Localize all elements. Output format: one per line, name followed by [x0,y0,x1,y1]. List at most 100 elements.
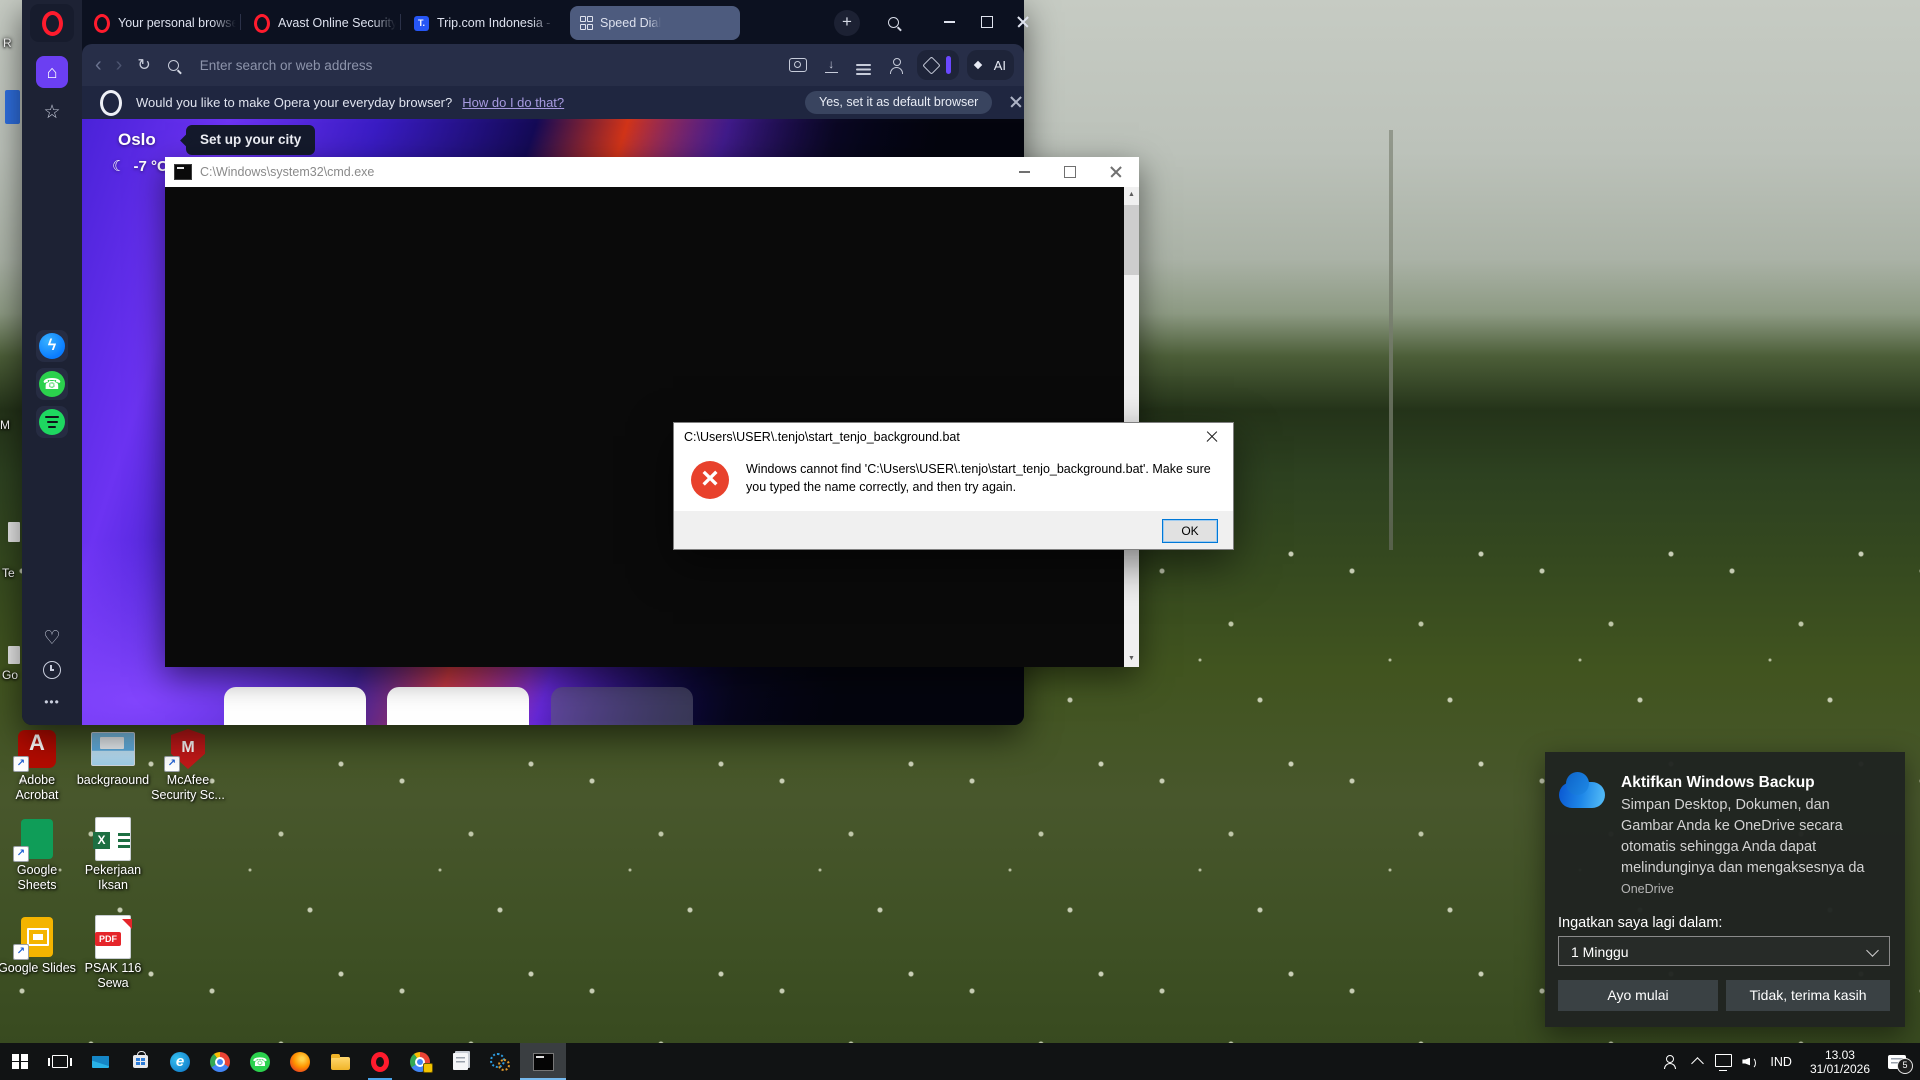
cmd-minimize-button[interactable] [1001,157,1047,187]
maximize-icon [981,16,993,28]
address-bar[interactable]: Enter search or web address [200,58,780,73]
taskbar-settings-gears[interactable] [480,1043,520,1080]
tab-title: Your personal browser is a [118,16,236,30]
sidebar-home-button[interactable]: ⌂ [36,56,68,88]
shortcut-arrow-icon: ↗ [164,756,180,772]
tray-volume-button[interactable] [1736,1043,1762,1080]
desktop-icon-google-sheets[interactable]: ↗ GoogleSheets [0,818,79,893]
chrome-icon [210,1052,230,1072]
browser-toolbar: ‹ › ↻ Enter search or web address ↓ AI [82,44,1024,86]
sidebar-favorites-button[interactable]: ♡ [36,622,68,654]
ellipsis-icon: ••• [44,695,60,709]
window-minimize-button[interactable] [934,8,964,36]
notes-icon [453,1053,468,1070]
icon-label: Acrobat [0,788,79,803]
set-default-browser-button[interactable]: Yes, set it as default browser [805,91,992,114]
taskbar-mail[interactable] [80,1043,120,1080]
cmd-icon [174,164,192,180]
tab-personal-browser[interactable]: Your personal browser is a [84,6,256,40]
icon-label: Google [0,863,79,878]
weather-setup-tooltip[interactable]: Set up your city [186,125,315,155]
speed-dial-tile-blurred[interactable] [551,687,693,725]
window-close-button[interactable] [1008,8,1038,36]
chevron-up-icon [1691,1057,1704,1070]
desktop-icon-adobe-acrobat[interactable]: A ↗ AdobeAcrobat [0,728,79,803]
start-backup-button[interactable]: Ayo mulai [1558,980,1718,1011]
tray-action-center-button[interactable]: 5 [1880,1043,1914,1080]
cmd-maximize-button[interactable] [1047,157,1093,187]
tab-divider [400,14,401,30]
maximize-icon [1064,166,1076,178]
window-maximize-button[interactable] [972,8,1002,36]
extensions-group[interactable] [917,50,959,80]
taskbar-edge[interactable]: e [160,1043,200,1080]
weather-city[interactable]: Oslo [118,130,156,150]
taskbar-sticky-notes[interactable] [440,1043,480,1080]
dialog-close-button[interactable] [1191,423,1233,451]
desktop-icon-psak-116-sewa[interactable]: PDF PSAK 116Sewa [71,916,155,991]
tray-language-indicator[interactable]: IND [1762,1055,1800,1069]
aria-ai-button[interactable]: AI [967,50,1014,80]
tray-clock[interactable]: 13.03 31/01/2026 [1800,1048,1880,1076]
ok-button[interactable]: OK [1162,519,1218,543]
taskbar-firefox[interactable] [280,1043,320,1080]
taskbar-opera-running[interactable] [360,1043,400,1080]
cmd-close-button[interactable] [1093,157,1139,187]
sidebar-spotify-button[interactable] [36,406,68,438]
sidebar-history-button[interactable] [36,654,68,686]
taskbar-chrome[interactable] [200,1043,240,1080]
taskbar-file-explorer[interactable] [320,1043,360,1080]
decline-backup-button[interactable]: Tidak, terima kasih [1726,980,1890,1011]
tab-search-button[interactable] [878,8,908,36]
tray-network-button[interactable] [1710,1043,1736,1080]
tab-speed-dial-active[interactable]: Speed Dial [570,6,740,40]
icon-label: Google Slides [0,961,79,976]
windows-error-dialog: C:\Users\USER\.tenjo\start_tenjo_backgro… [673,422,1234,550]
speed-dial-tile-agoda[interactable]: agoda [224,687,366,725]
tray-people-button[interactable] [1658,1043,1684,1080]
taskbar-cmd-active[interactable] [520,1043,566,1080]
forward-button[interactable]: › [109,55,130,75]
profile-button[interactable] [889,58,904,73]
task-view-button[interactable] [40,1043,80,1080]
sidebar-more-button[interactable]: ••• [36,686,68,718]
tray-show-hidden-icons[interactable] [1684,1043,1710,1080]
desktop-icon-fragment: Go [2,668,18,682]
dialog-title-bar[interactable]: C:\Users\USER\.tenjo\start_tenjo_backgro… [674,423,1233,451]
reading-list-button[interactable] [856,64,871,66]
scrollbar-thumb[interactable] [1124,205,1139,275]
new-tab-button[interactable]: + [834,10,860,36]
desktop-icon-pekerjaan-iksan[interactable]: X PekerjaanIksan [71,818,155,893]
sidebar-bookmarks-button[interactable]: ☆ [36,96,68,128]
taskbar-store[interactable] [120,1043,160,1080]
back-button[interactable]: ‹ [88,55,109,75]
minimize-icon [944,21,955,23]
scroll-up-arrow[interactable]: ▲ [1124,187,1139,203]
banner-help-link[interactable]: How do I do that? [462,95,564,110]
ai-sparkle-icon [973,61,981,69]
desktop-icon-backgraound[interactable]: backgraound [71,728,155,788]
onedrive-app-label: OneDrive [1621,882,1674,896]
taskbar-whatsapp[interactable]: ☎ [240,1043,280,1080]
sidebar-whatsapp-button[interactable]: ☎ [36,368,68,400]
scroll-down-arrow[interactable]: ▼ [1124,651,1139,667]
whatsapp-icon: ☎ [250,1052,270,1072]
remind-interval-select[interactable]: 1 Minggu [1558,936,1890,966]
start-button[interactable] [0,1043,40,1080]
sidebar-messenger-button[interactable]: ϟ [36,330,68,362]
downloads-button[interactable]: ↓ [825,58,838,73]
cmd-title-bar[interactable]: C:\Windows\system32\cmd.exe [165,157,1139,187]
taskbar-chrome-profile[interactable] [400,1043,440,1080]
opera-menu-button[interactable] [30,4,74,42]
tab-trip-com[interactable]: T. Trip.com Indonesia - Pena [404,6,580,40]
tab-divider [240,14,241,30]
speed-dial-tile-trip[interactable]: Trip.com [387,687,529,725]
banner-close-button[interactable] [1010,96,1022,108]
onedrive-title: Aktifkan Windows Backup [1621,774,1815,792]
whatsapp-icon: ☎ [39,371,65,397]
tab-avast-security[interactable]: Avast Online Security exte [244,6,416,40]
reload-button[interactable]: ↻ [129,55,158,75]
desktop-icon-mcafee[interactable]: M ↗ McAfeeSecurity Sc... [146,728,230,803]
desktop-icon-google-slides[interactable]: ↗ Google Slides [0,916,79,976]
snapshot-button[interactable] [789,58,807,72]
